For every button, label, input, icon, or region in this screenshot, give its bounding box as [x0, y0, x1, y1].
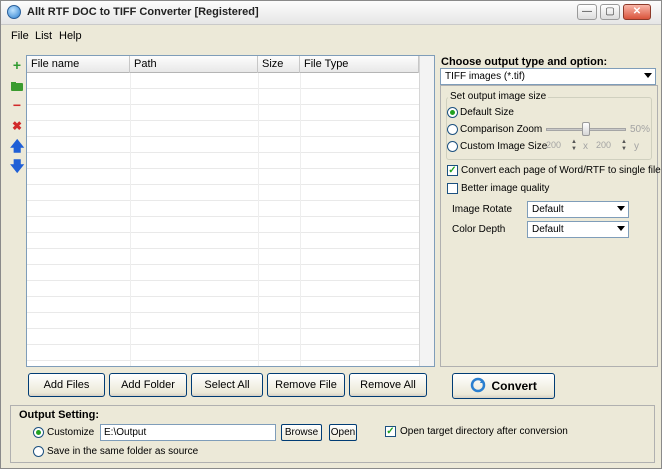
output-type-select[interactable]: TIFF images (*.tif) — [440, 68, 656, 85]
refresh-icon — [470, 377, 486, 393]
comparison-zoom-label: Comparison Zoom — [460, 124, 543, 135]
remove-all-icon[interactable]: ✖ — [10, 119, 24, 133]
height-unit-label: y — [634, 141, 639, 152]
image-size-group-label: Set output image size — [448, 91, 549, 102]
title-bar: Allt RTF DOC to TIFF Converter [Register… — [1, 1, 661, 25]
close-button[interactable]: ✕ — [623, 4, 651, 20]
same-folder-label: Save in the same folder as source — [47, 446, 199, 457]
app-window: Allt RTF DOC to TIFF Converter [Register… — [0, 0, 662, 469]
column-file-name[interactable]: File name — [27, 56, 130, 73]
height-spinner-icon[interactable]: ▲ ▼ — [620, 139, 628, 153]
menu-list[interactable]: List — [35, 30, 52, 42]
width-spinner-icon[interactable]: ▲ ▼ — [570, 139, 578, 153]
image-rotate-select[interactable]: Default — [527, 201, 629, 218]
color-depth-label: Color Depth — [452, 224, 506, 235]
remove-icon[interactable]: − — [10, 98, 24, 112]
select-all-button[interactable]: Select All — [191, 373, 263, 397]
add-folder-button[interactable]: Add Folder — [109, 373, 187, 397]
file-list-scrollbar[interactable] — [419, 56, 434, 366]
file-list-header: File name Path Size File Type — [27, 56, 419, 73]
column-divider — [130, 73, 131, 366]
image-rotate-label: Image Rotate — [452, 204, 513, 215]
menu-help[interactable]: Help — [59, 30, 82, 42]
app-icon — [7, 5, 21, 19]
convert-label: Convert — [491, 379, 537, 393]
custom-size-radio[interactable] — [447, 141, 458, 152]
open-target-checkbox[interactable]: ✓ — [385, 426, 396, 437]
open-target-label: Open target directory after conversion — [400, 426, 568, 437]
maximize-button[interactable]: ▢ — [600, 4, 620, 20]
output-type-title: Choose output type and option: — [441, 56, 608, 68]
zoom-slider-thumb[interactable] — [582, 122, 590, 136]
color-depth-value: Default — [532, 224, 564, 235]
add-folder-icon[interactable] — [10, 79, 24, 93]
customize-label: Customize — [47, 427, 95, 438]
convert-each-page-label: Convert each page of Word/RTF to single … — [461, 165, 661, 176]
file-list-rows — [27, 73, 419, 366]
remove-file-button[interactable]: Remove File — [267, 373, 345, 397]
output-path-input[interactable]: E:\Output — [100, 424, 276, 441]
custom-size-label: Custom Image Size — [460, 141, 548, 152]
convert-button[interactable]: Convert — [452, 373, 555, 399]
better-quality-label: Better image quality — [461, 183, 550, 194]
menu-file[interactable]: File — [11, 30, 29, 42]
output-type-value: TIFF images (*.tif) — [445, 71, 526, 82]
zoom-value: 50% — [630, 124, 651, 135]
convert-each-page-checkbox[interactable]: ✓ — [447, 165, 458, 176]
output-setting-title: Output Setting: — [19, 409, 100, 421]
chevron-down-icon — [644, 73, 652, 78]
image-rotate-value: Default — [532, 204, 564, 215]
options-panel: Set output image size Default Size Compa… — [440, 85, 661, 367]
same-folder-radio[interactable] — [33, 446, 44, 457]
file-list[interactable]: File name Path Size File Type — [26, 55, 435, 367]
move-up-icon[interactable]: 🡅 — [10, 139, 24, 153]
default-size-radio[interactable] — [447, 107, 458, 118]
browse-button[interactable]: Browse — [281, 424, 322, 441]
column-divider — [258, 73, 259, 366]
default-size-label: Default Size — [460, 107, 514, 118]
color-depth-select[interactable]: Default — [527, 221, 629, 238]
output-setting-panel: Output Setting: Customize E:\Output Brow… — [10, 405, 655, 463]
size-separator: x — [583, 141, 588, 152]
comparison-zoom-radio[interactable] — [447, 124, 458, 135]
chevron-down-icon — [617, 206, 625, 211]
better-quality-checkbox[interactable] — [447, 183, 458, 194]
column-divider — [300, 73, 301, 366]
open-button[interactable]: Open — [329, 424, 357, 441]
chevron-down-icon — [617, 226, 625, 231]
customize-radio[interactable] — [33, 427, 44, 438]
window-title: Allt RTF DOC to TIFF Converter [Register… — [27, 6, 259, 18]
move-down-icon[interactable]: 🡇 — [10, 159, 24, 173]
remove-all-button[interactable]: Remove All — [349, 373, 427, 397]
menu-bar: File List Help — [1, 26, 661, 46]
add-icon[interactable]: + — [10, 58, 24, 72]
column-path[interactable]: Path — [130, 56, 258, 73]
column-file-type[interactable]: File Type — [300, 56, 419, 73]
column-size[interactable]: Size — [258, 56, 300, 73]
minimize-button[interactable]: — — [577, 4, 597, 20]
add-files-button[interactable]: Add Files — [28, 373, 105, 397]
